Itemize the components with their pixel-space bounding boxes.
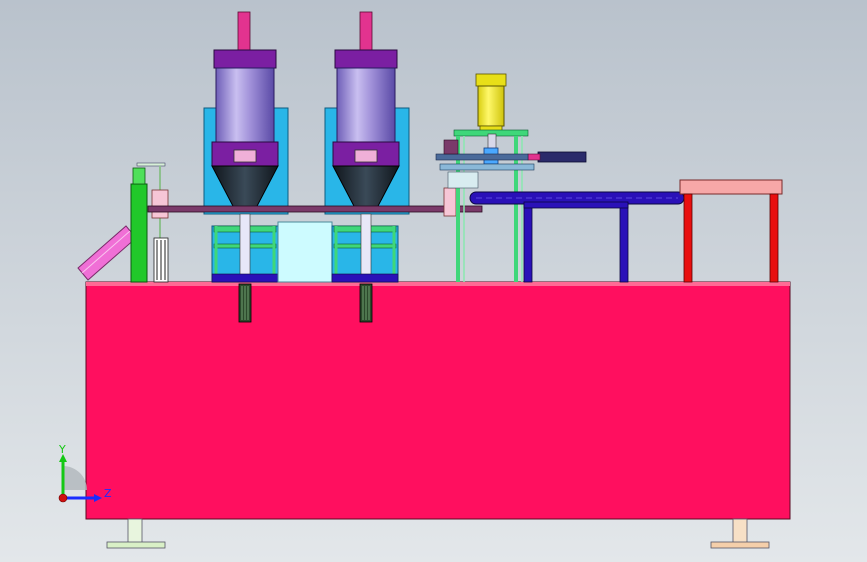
center-panel[interactable] — [277, 221, 333, 283]
base-cabinet[interactable] — [85, 281, 791, 520]
axis-y-label: Y — [58, 443, 66, 456]
side-pusher-cylinder[interactable] — [537, 151, 587, 163]
cylinder-rod-2 — [359, 11, 373, 53]
cad-viewport[interactable]: Y Z — [0, 0, 867, 562]
lift-cylinder[interactable] — [477, 85, 505, 127]
green-post[interactable] — [130, 167, 148, 283]
hopper-unit-1[interactable] — [203, 11, 289, 323]
axis-z-label: Z — [104, 487, 112, 500]
pneumatic-cylinder-2[interactable] — [336, 67, 396, 145]
cylinder-rod-1 — [237, 11, 251, 53]
pneumatic-cylinder-1[interactable] — [215, 67, 275, 145]
hopper-unit-2[interactable] — [324, 11, 410, 323]
